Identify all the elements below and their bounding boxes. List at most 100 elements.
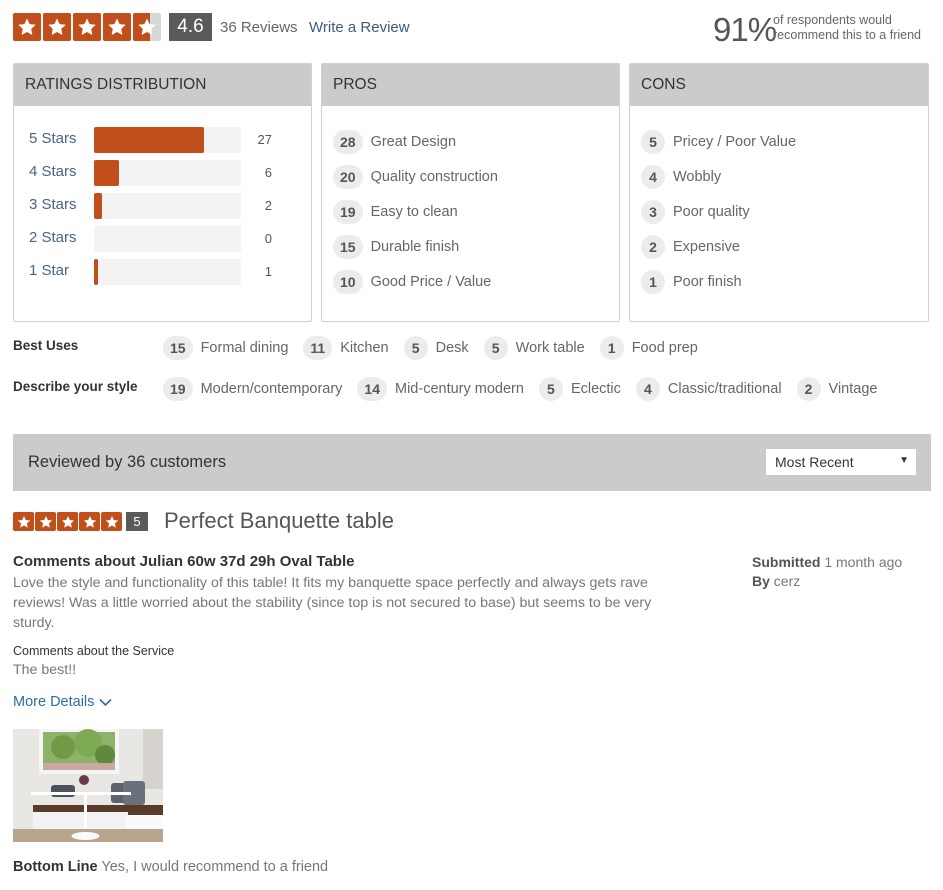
distribution-bar-track [94, 226, 241, 252]
author-line: By cerz [752, 572, 902, 591]
tag-label: Food prep [631, 340, 698, 356]
distribution-label[interactable]: 4 Stars [29, 163, 77, 180]
sort-selected-value: Most Recent [775, 454, 854, 470]
best-uses-tags: 15 Formal dining 11 Kitchen 5 Desk 5 Work table… [163, 336, 713, 360]
distribution-bar-track [94, 160, 241, 186]
tag-label: Easy to clean [370, 204, 458, 220]
distribution-count: 0 [264, 231, 272, 246]
review-rating-badge: 5 [126, 512, 148, 531]
style-tag[interactable]: 14 Mid-century modern [357, 377, 524, 401]
tag-label: Kitchen [340, 340, 389, 356]
tag-count: 15 [163, 336, 193, 360]
distribution-row[interactable]: 4 Stars 6 [14, 160, 311, 186]
tag-count: 19 [163, 377, 193, 401]
write-review-link[interactable]: Write a Review [309, 19, 410, 36]
distribution-bar-track [94, 193, 241, 219]
best-uses-tag[interactable]: 1 Food prep [599, 336, 698, 360]
recommend-text-line1: of respondents would [773, 13, 892, 27]
pros-item[interactable]: 28 Great Design [333, 130, 456, 154]
tag-label: Pricey / Poor Value [673, 134, 797, 150]
cons-item[interactable]: 3 Poor quality [641, 200, 750, 224]
star-icon [57, 512, 78, 531]
best-uses-tag[interactable]: 5 Work table [483, 336, 585, 360]
tag-count: 5 [403, 336, 428, 360]
tag-count: 2 [796, 377, 821, 401]
author-name: cerz [773, 573, 801, 589]
tag-count: 5 [641, 130, 665, 154]
pros-item[interactable]: 15 Durable finish [333, 235, 459, 259]
style-tag[interactable]: 4 Classic/traditional [635, 377, 782, 401]
best-uses-tag[interactable]: 5 Desk [403, 336, 469, 360]
review-count[interactable]: 36 Reviews [220, 19, 298, 36]
cons-item[interactable]: 5 Pricey / Poor Value [641, 130, 796, 154]
distribution-count: 1 [264, 264, 272, 279]
tag-label: Good Price / Value [370, 274, 492, 290]
tag-label: Formal dining [200, 340, 289, 356]
tag-label: Vintage [828, 381, 878, 397]
tag-label: Expensive [673, 239, 740, 255]
distribution-row[interactable]: 5 Stars 27 [14, 127, 311, 153]
dropdown-arrow-icon: ▼ [899, 455, 909, 466]
tag-count: 1 [599, 336, 624, 360]
best-uses-label: Best Uses [13, 338, 79, 353]
distribution-row[interactable]: 3 Stars 2 [14, 193, 311, 219]
tag-count: 10 [333, 270, 363, 294]
distribution-label[interactable]: 1 Star [29, 262, 69, 279]
review-photo[interactable] [13, 729, 163, 842]
cons-panel: CONS 5 Pricey / Poor Value 4 Wobbly 3 Poor qu… [629, 63, 929, 322]
star-icon [13, 13, 41, 41]
distribution-count: 2 [264, 198, 272, 213]
pros-title: PROS [322, 64, 619, 106]
distribution-bar-fill [94, 160, 119, 186]
bottom-line-value: Yes, I would recommend to a friend [101, 859, 329, 875]
tag-count: 11 [303, 336, 333, 360]
tag-count: 3 [641, 200, 665, 224]
cons-item[interactable]: 2 Expensive [641, 235, 740, 259]
recommend-text-line2: recommend this to a friend [773, 28, 921, 42]
distribution-row[interactable]: 1 Star 1 [14, 259, 311, 285]
submitted-line: Submitted 1 month ago [752, 553, 902, 572]
reviews-header-bar: Reviewed by 36 customers Most Recent ▼ [13, 434, 931, 491]
more-details-toggle[interactable]: More Details [13, 694, 112, 710]
tag-count: 2 [641, 235, 665, 259]
ratings-distribution-panel: RATINGS DISTRIBUTION 5 Stars 27 4 Stars 6 3 … [13, 63, 312, 322]
best-uses-tag[interactable]: 15 Formal dining [163, 336, 288, 360]
submitted-label: Submitted [752, 554, 821, 570]
service-comments-text: The best!! [13, 662, 77, 678]
pros-item[interactable]: 20 Quality construction [333, 165, 498, 189]
star-icon [101, 512, 122, 531]
cons-title: CONS [630, 64, 928, 106]
review-photo-image [13, 729, 163, 842]
pros-item[interactable]: 10 Good Price / Value [333, 270, 491, 294]
tag-label: Mid-century modern [395, 381, 524, 397]
distribution-label[interactable]: 5 Stars [29, 130, 77, 147]
recommend-text: of respondents would recommend this to a… [773, 13, 921, 43]
best-uses-tag[interactable]: 11 Kitchen [303, 336, 389, 360]
distribution-label[interactable]: 2 Stars [29, 229, 77, 246]
cons-item[interactable]: 4 Wobbly [641, 165, 721, 189]
by-label: By [752, 573, 770, 589]
review-product-heading: Comments about Julian 60w 37d 29h Oval T… [13, 553, 355, 570]
star-icon [79, 512, 100, 531]
more-details-label: More Details [13, 694, 95, 710]
distribution-count: 27 [257, 132, 272, 147]
tag-count: 28 [333, 130, 363, 154]
style-tag[interactable]: 19 Modern/contemporary [163, 377, 342, 401]
sort-dropdown[interactable]: Most Recent ▼ [766, 449, 916, 475]
distribution-bar-track [94, 259, 241, 285]
star-icon [13, 512, 34, 531]
review-star-rating [13, 512, 122, 531]
pros-item[interactable]: 19 Easy to clean [333, 200, 458, 224]
bottom-line-label: Bottom Line [13, 859, 98, 875]
style-tag[interactable]: 5 Eclectic [538, 377, 621, 401]
cons-item[interactable]: 1 Poor finish [641, 270, 742, 294]
reviews-header-title: Reviewed by 36 customers [28, 453, 227, 471]
tag-count: 20 [333, 165, 363, 189]
distribution-row[interactable]: 2 Stars 0 [14, 226, 311, 252]
star-icon [73, 13, 101, 41]
distribution-bar-fill [94, 259, 99, 285]
style-tag[interactable]: 2 Vintage [796, 377, 878, 401]
distribution-label[interactable]: 3 Stars [29, 196, 77, 213]
tag-label: Durable finish [370, 239, 460, 255]
star-icon [43, 13, 71, 41]
